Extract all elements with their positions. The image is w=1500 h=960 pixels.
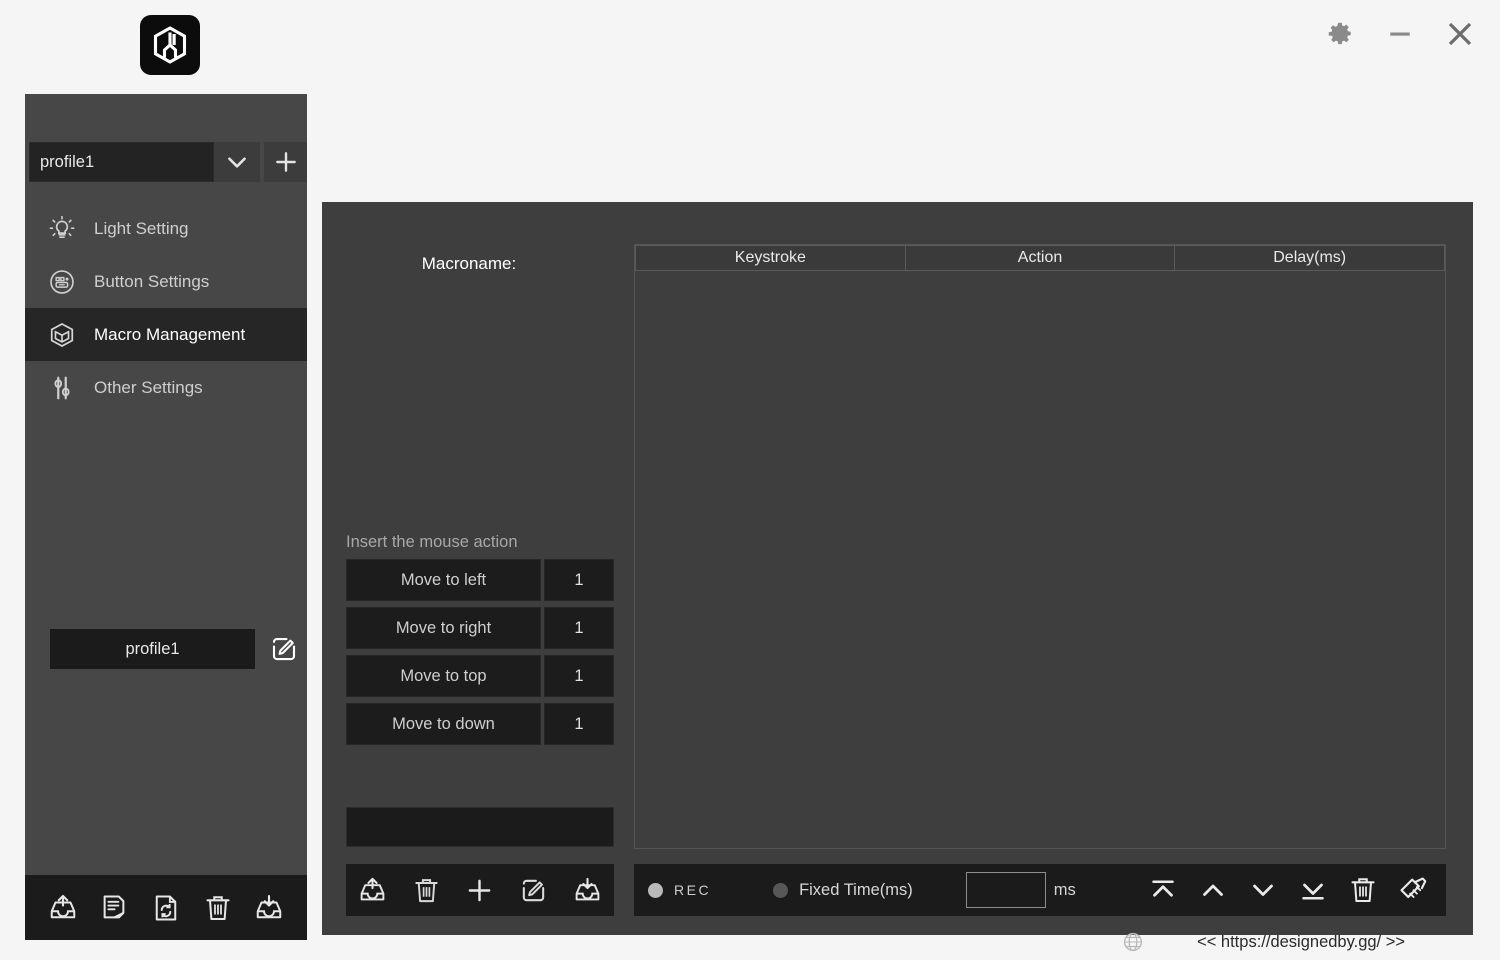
macro-management-panel: Macroname: Insert the mouse action Move … [322, 202, 1473, 935]
sidebar-item-button-settings[interactable]: Button Settings [25, 255, 307, 308]
radio-dot-icon [648, 882, 663, 898]
edit-pencil-icon[interactable] [268, 633, 300, 665]
sidebar-item-label: Other Settings [94, 377, 203, 397]
edit-macro-button[interactable] [515, 871, 553, 909]
sidebar-item-other-settings[interactable]: Other Settings [25, 361, 307, 414]
application-window: profile1 Light Setting Button Settings M… [0, 0, 1500, 960]
move-to-top-button[interactable] [1138, 870, 1188, 910]
sidebar-item-light-setting[interactable]: Light Setting [25, 202, 307, 255]
move-down-button[interactable] [1238, 870, 1288, 910]
macro-name-input[interactable] [346, 807, 614, 847]
record-toolbar: REC Fixed Time(ms) ms [634, 864, 1446, 916]
sidebar-item-macro-management[interactable]: Macro Management [25, 308, 307, 361]
column-header-keystroke[interactable]: Keystroke [635, 245, 906, 271]
table-body[interactable] [635, 271, 1445, 848]
move-to-down-button[interactable]: Move to down [346, 703, 541, 745]
clear-all-button[interactable] [1388, 870, 1438, 910]
export-profile-button[interactable] [43, 888, 83, 928]
move-to-top-value[interactable]: 1 [544, 655, 614, 697]
macro-list-toolbar [346, 864, 614, 916]
move-to-left-button[interactable]: Move to left [346, 559, 541, 601]
profile-selector: profile1 [29, 142, 307, 182]
move-to-right-button[interactable]: Move to right [346, 607, 541, 649]
chevron-down-icon[interactable] [213, 142, 261, 182]
title-bar [0, 0, 1500, 90]
delete-profile-button[interactable] [198, 888, 238, 928]
sliders-icon [42, 368, 82, 408]
hexagon-logo-icon [140, 15, 200, 75]
import-profile-button[interactable] [249, 888, 289, 928]
insert-mouse-action-label: Insert the mouse action [346, 533, 518, 551]
column-header-action[interactable]: Action [904, 245, 1176, 271]
move-to-right-value[interactable]: 1 [544, 607, 614, 649]
macro-steps-table: Keystroke Action Delay(ms) [634, 244, 1446, 849]
rec-label: REC [674, 882, 712, 898]
reset-profile-button[interactable] [146, 888, 186, 928]
export-macro-button[interactable] [354, 871, 392, 909]
cube-box-icon [42, 315, 82, 355]
list-item: Move to left 1 [346, 559, 614, 601]
notes-profile-button[interactable] [94, 888, 134, 928]
sidebar: profile1 Light Setting Button Settings M… [25, 94, 307, 940]
designed-by-link[interactable]: << https://designedby.gg/ >> [1197, 933, 1405, 952]
column-header-delay[interactable]: Delay(ms) [1174, 245, 1446, 271]
ms-unit-label: ms [1053, 880, 1076, 899]
sidebar-item-label: Macro Management [94, 324, 246, 344]
move-to-bottom-button[interactable] [1288, 870, 1338, 910]
list-item: Move to right 1 [346, 607, 614, 649]
table-header-row: Keystroke Action Delay(ms) [635, 245, 1446, 271]
fixed-time-label: Fixed Time(ms) [799, 880, 913, 899]
move-to-down-value[interactable]: 1 [544, 703, 614, 745]
row-actions [1138, 870, 1446, 910]
delete-row-button[interactable] [1338, 870, 1388, 910]
radio-dot-icon [773, 882, 789, 898]
sidebar-item-label: Button Settings [94, 271, 210, 291]
import-macro-button[interactable] [568, 871, 606, 909]
profile-name-row: profile1 [50, 629, 307, 669]
rec-radio[interactable]: REC [648, 882, 711, 898]
move-to-left-value[interactable]: 1 [544, 559, 614, 601]
globe-icon[interactable] [1121, 930, 1145, 954]
profile-select-value[interactable]: profile1 [29, 142, 214, 182]
lightbulb-icon [42, 209, 82, 249]
sidebar-item-label: Light Setting [94, 218, 189, 238]
move-up-button[interactable] [1188, 870, 1238, 910]
profile-name-value[interactable]: profile1 [50, 629, 255, 669]
window-controls [1318, 12, 1482, 56]
footer: << https://designedby.gg/ >> [0, 924, 1500, 960]
list-item: Move to down 1 [346, 703, 614, 745]
add-macro-button[interactable] [461, 871, 499, 909]
macroname-label: Macroname: [421, 254, 517, 273]
mouse-action-list: Move to left 1 Move to right 1 Move to t… [346, 559, 614, 751]
fixed-time-input[interactable] [965, 872, 1046, 908]
move-to-top-button[interactable]: Move to top [346, 655, 541, 697]
settings-button[interactable] [1318, 12, 1362, 56]
minimize-button[interactable] [1378, 12, 1422, 56]
close-button[interactable] [1438, 12, 1482, 56]
sidebar-nav: Light Setting Button Settings Macro Mana… [25, 202, 307, 414]
fixed-time-radio[interactable]: Fixed Time(ms) [773, 881, 913, 900]
list-item: Move to top 1 [346, 655, 614, 697]
delete-macro-button[interactable] [407, 871, 445, 909]
plus-icon[interactable] [264, 142, 307, 182]
buttons-circle-icon [42, 262, 82, 302]
